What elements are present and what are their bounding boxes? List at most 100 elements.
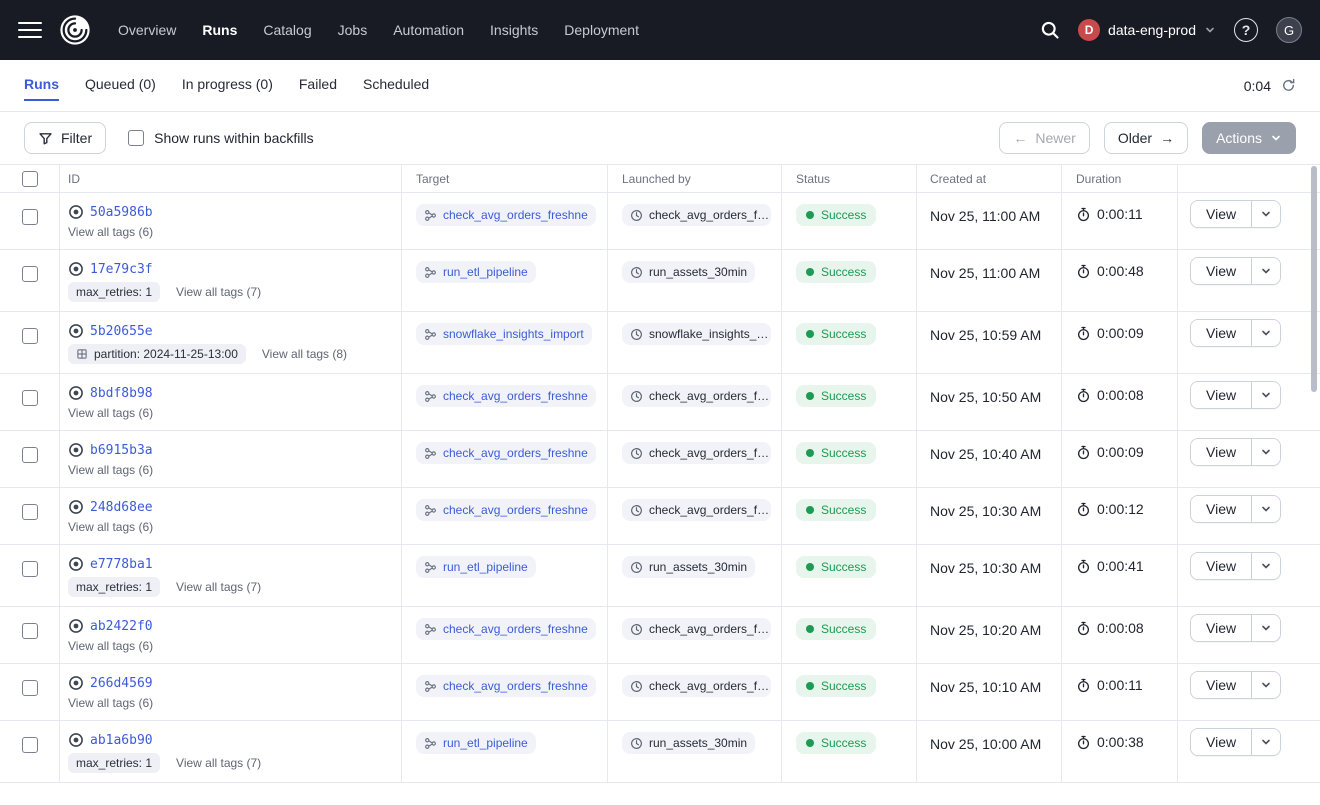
run-id-link[interactable]: ab1a6b90 [90,733,153,748]
launched-by-pill[interactable]: check_avg_orders_f… [622,204,771,226]
target-pill[interactable]: run_etl_pipeline [416,732,536,754]
user-avatar[interactable]: G [1276,17,1302,43]
launched-by-pill[interactable]: check_avg_orders_f… [622,499,771,521]
view-all-tags-link[interactable]: View all tags (6) [68,463,153,477]
target-pill[interactable]: check_avg_orders_freshne [416,442,596,464]
refresh-icon[interactable] [1281,78,1296,93]
view-button[interactable]: View [1191,553,1251,579]
view-all-tags-link[interactable]: View all tags (6) [68,406,153,420]
deployment-switcher[interactable]: D data-eng-prod [1078,19,1216,41]
view-dropdown-button[interactable] [1251,615,1280,641]
backfills-checkbox[interactable] [128,130,144,146]
run-id-link[interactable]: e7778ba1 [90,557,153,572]
nav-item-jobs[interactable]: Jobs [338,22,368,38]
run-id-link[interactable]: 5b20655e [90,324,153,339]
tab-in-progress[interactable]: In progress (0) [182,71,273,101]
target-pill[interactable]: snowflake_insights_import [416,323,592,345]
row-checkbox[interactable] [22,266,38,282]
launched-by-pill[interactable]: check_avg_orders_f… [622,442,771,464]
row-checkbox[interactable] [22,328,38,344]
newer-button[interactable]: ← Newer [999,122,1089,154]
view-button[interactable]: View [1191,439,1251,465]
tab-runs[interactable]: Runs [24,71,59,101]
row-checkbox[interactable] [22,561,38,577]
vertical-scrollbar-thumb[interactable] [1311,166,1317,392]
launched-by-pill[interactable]: run_assets_30min [622,556,755,578]
view-dropdown-button[interactable] [1251,382,1280,408]
view-button[interactable]: View [1191,320,1251,346]
select-all-checkbox[interactable] [22,171,38,187]
run-id-link[interactable]: 248d68ee [90,500,153,515]
tab-queued[interactable]: Queued (0) [85,71,156,101]
view-button[interactable]: View [1191,382,1251,408]
row-checkbox[interactable] [22,447,38,463]
view-button[interactable]: View [1191,729,1251,755]
tab-failed[interactable]: Failed [299,71,337,101]
tag-pill[interactable]: partition: 2024-11-25-13:00 [68,344,246,364]
run-id-link[interactable]: 17e79c3f [90,262,153,277]
view-button[interactable]: View [1191,672,1251,698]
view-button[interactable]: View [1191,496,1251,522]
view-all-tags-link[interactable]: View all tags (6) [68,639,153,653]
view-button[interactable]: View [1191,615,1251,641]
target-pill[interactable]: check_avg_orders_freshne [416,618,596,640]
view-all-tags-link[interactable]: View all tags (7) [176,285,261,299]
launched-by-pill[interactable]: check_avg_orders_f… [622,385,771,407]
nav-item-insights[interactable]: Insights [490,22,538,38]
tag-pill[interactable]: max_retries: 1 [68,753,160,773]
run-id-link[interactable]: 8bdf8b98 [90,386,153,401]
view-dropdown-button[interactable] [1251,729,1280,755]
view-dropdown-button[interactable] [1251,439,1280,465]
run-id-link[interactable]: 50a5986b [90,205,153,220]
nav-item-catalog[interactable]: Catalog [263,22,311,38]
row-checkbox[interactable] [22,737,38,753]
launched-by-pill[interactable]: run_assets_30min [622,261,755,283]
view-dropdown-button[interactable] [1251,553,1280,579]
older-button[interactable]: Older → [1104,122,1188,154]
launched-by-pill[interactable]: snowflake_insights_… [622,323,771,345]
run-id-link[interactable]: ab2422f0 [90,619,153,634]
actions-button[interactable]: Actions [1202,122,1296,154]
launched-by-pill[interactable]: run_assets_30min [622,732,755,754]
run-id-link[interactable]: 266d4569 [90,676,153,691]
view-dropdown-button[interactable] [1251,320,1280,346]
target-pill[interactable]: check_avg_orders_freshne [416,675,596,697]
menu-icon[interactable] [18,22,42,38]
target-pill[interactable]: run_etl_pipeline [416,556,536,578]
tab-scheduled[interactable]: Scheduled [363,71,429,101]
row-checkbox[interactable] [22,390,38,406]
run-id-link[interactable]: b6915b3a [90,443,153,458]
view-all-tags-link[interactable]: View all tags (7) [176,580,261,594]
row-checkbox[interactable] [22,623,38,639]
launched-by-pill[interactable]: check_avg_orders_f… [622,618,771,640]
view-all-tags-link[interactable]: View all tags (6) [68,520,153,534]
target-pill[interactable]: check_avg_orders_freshne [416,204,596,226]
tag-pill[interactable]: max_retries: 1 [68,282,160,302]
nav-item-deployment[interactable]: Deployment [564,22,639,38]
row-checkbox[interactable] [22,504,38,520]
view-dropdown-button[interactable] [1251,672,1280,698]
view-button[interactable]: View [1191,201,1251,227]
launched-by-pill[interactable]: check_avg_orders_f… [622,675,771,697]
target-pill[interactable]: run_etl_pipeline [416,261,536,283]
nav-item-automation[interactable]: Automation [393,22,464,38]
view-button[interactable]: View [1191,258,1251,284]
view-all-tags-link[interactable]: View all tags (7) [176,756,261,770]
nav-item-overview[interactable]: Overview [118,22,176,38]
dagster-logo[interactable] [58,13,92,47]
view-all-tags-link[interactable]: View all tags (6) [68,696,153,710]
row-checkbox[interactable] [22,680,38,696]
nav-item-runs[interactable]: Runs [202,22,237,38]
view-dropdown-button[interactable] [1251,496,1280,522]
target-pill[interactable]: check_avg_orders_freshne [416,385,596,407]
search-button[interactable] [1040,20,1060,40]
target-pill[interactable]: check_avg_orders_freshne [416,499,596,521]
view-all-tags-link[interactable]: View all tags (8) [262,347,347,361]
row-checkbox[interactable] [22,209,38,225]
backfills-toggle[interactable]: Show runs within backfills [128,130,314,146]
filter-button[interactable]: Filter [24,122,106,154]
help-button[interactable]: ? [1234,18,1258,42]
view-dropdown-button[interactable] [1251,258,1280,284]
tag-pill[interactable]: max_retries: 1 [68,577,160,597]
view-all-tags-link[interactable]: View all tags (6) [68,225,153,239]
